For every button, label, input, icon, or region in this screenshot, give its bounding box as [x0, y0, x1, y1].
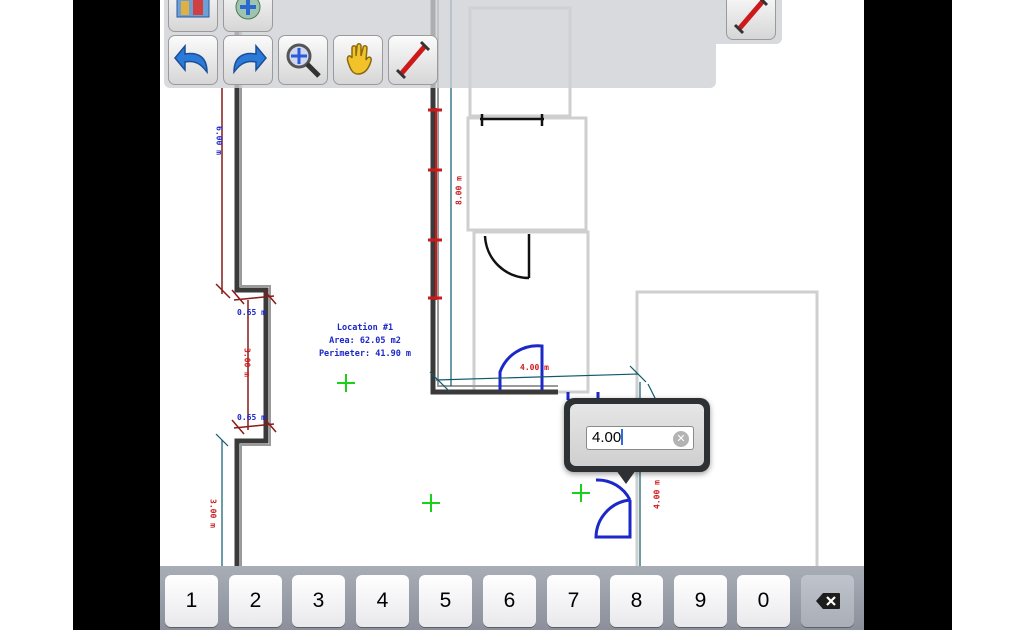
dimension-label-left-top: 6.00 m [214, 126, 224, 155]
numeric-keyboard: 1 2 3 4 5 6 7 8 9 0 [160, 566, 864, 630]
zoom-button[interactable] [278, 35, 328, 85]
redo-button[interactable] [223, 35, 273, 85]
dimension-label-notch-bottom: 0.65 m [237, 413, 266, 422]
pan-button[interactable] [333, 35, 383, 85]
dimension-ruler-icon [395, 40, 431, 80]
room-info-label: Location #1 Area: 62.05 m2 Perimeter: 41… [310, 322, 420, 361]
hand-icon [346, 43, 372, 75]
furniture-button[interactable] [168, 0, 218, 32]
room-perimeter: Perimeter: 41.90 m [318, 349, 412, 359]
key-0[interactable]: 0 [737, 575, 790, 627]
furniture-library-icon [176, 0, 210, 18]
device-bezel-left [73, 0, 160, 630]
popover-arrow [616, 470, 636, 484]
dimension-label-notch-top: 0.65 m [237, 308, 266, 317]
door-swing-bath [483, 234, 531, 280]
key-8[interactable]: 8 [610, 575, 663, 627]
key-3[interactable]: 3 [292, 575, 345, 627]
measure-button[interactable] [388, 35, 438, 85]
floor-plan-canvas[interactable]: 6.00 m 0.65 m 3.00 m 0.65 m 3.00 m 8.00 … [160, 0, 864, 630]
dimension-label-notch-side: 3.00 m [242, 348, 252, 377]
dimension-ruler-icon [733, 0, 769, 35]
add-object-button[interactable] [223, 0, 273, 32]
delete-key[interactable] [801, 575, 854, 627]
key-5[interactable]: 5 [419, 575, 472, 627]
text-cursor [621, 429, 624, 445]
screen-margin-right [952, 0, 1024, 630]
backspace-icon [815, 593, 840, 609]
key-1[interactable]: 1 [165, 575, 218, 627]
dimension-value-input[interactable]: 4.00 ✕ [586, 426, 694, 450]
dimension-label-door-bottom: 4.00 m [520, 363, 549, 372]
undo-button[interactable] [168, 35, 218, 85]
dimension-label-center-vertical: 8.00 m [454, 176, 464, 205]
key-7[interactable]: 7 [547, 575, 600, 627]
magnifier-icon [286, 43, 321, 78]
screen-margin-left [0, 0, 73, 630]
add-object-icon [235, 0, 261, 20]
key-4[interactable]: 4 [356, 575, 409, 627]
redo-arrow-icon [233, 43, 267, 75]
measure-tool-top-button[interactable] [726, 0, 776, 40]
dimension-edit-popover: 4.00 ✕ [564, 398, 710, 472]
key-9[interactable]: 9 [674, 575, 727, 627]
dimension-label-left-bottom: 3.00 m [208, 499, 218, 528]
room-center-markers [337, 374, 590, 512]
clear-input-button[interactable]: ✕ [673, 431, 689, 447]
door-swing-right-bottom [594, 498, 632, 539]
key-2[interactable]: 2 [229, 575, 282, 627]
dimension-label-right-vertical: 4.00 m [652, 480, 662, 509]
room-outline-middle [466, 116, 588, 232]
dimension-ticks-red [428, 108, 442, 300]
room-area: Area: 62.05 m2 [329, 336, 401, 346]
key-6[interactable]: 6 [483, 575, 536, 627]
undo-arrow-icon [174, 43, 208, 75]
room-location-name: Location #1 [336, 323, 394, 333]
device-bezel-right [864, 0, 952, 630]
clear-x-icon: ✕ [676, 432, 686, 445]
